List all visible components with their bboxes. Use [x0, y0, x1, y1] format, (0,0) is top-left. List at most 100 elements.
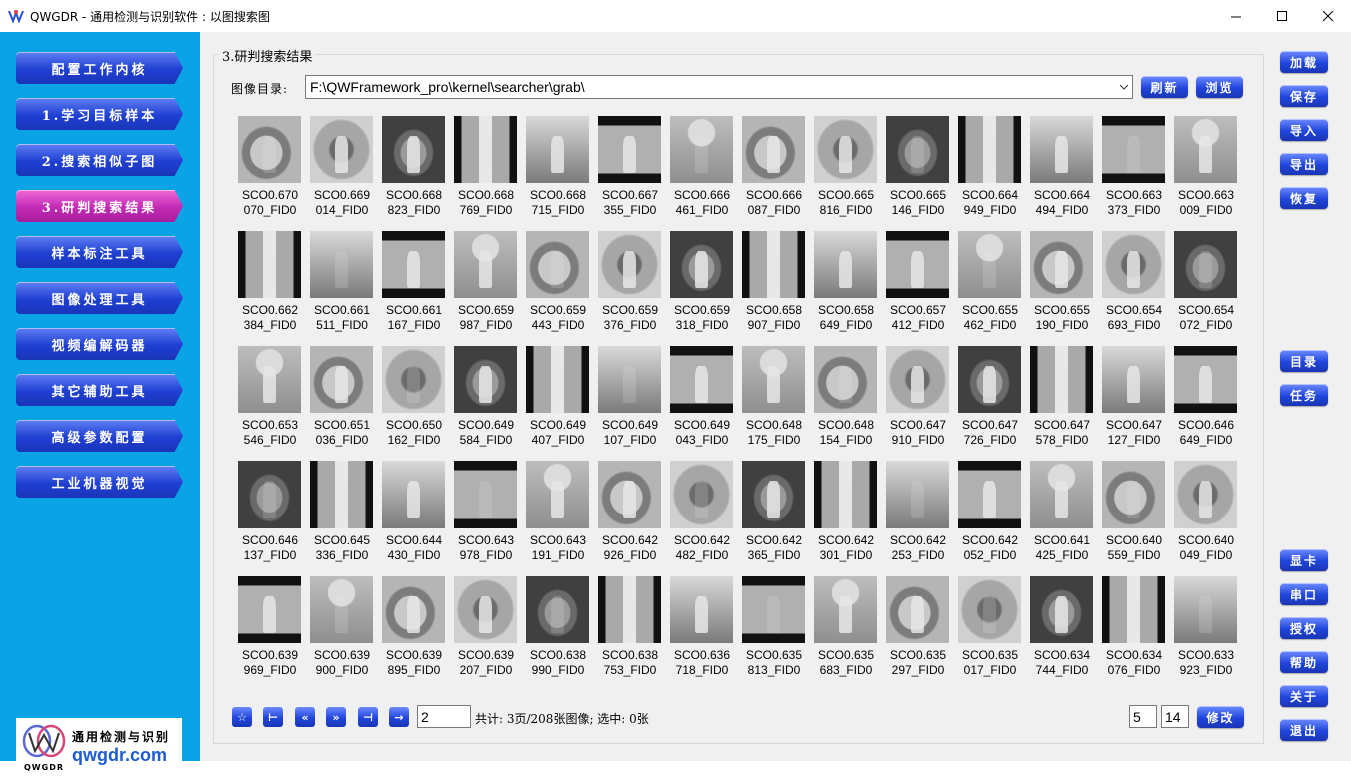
result-thumbnail[interactable]: [670, 346, 733, 413]
result-thumbnail[interactable]: [454, 116, 517, 183]
refresh-button[interactable]: 刷新: [1141, 76, 1188, 98]
browse-button[interactable]: 浏览: [1196, 76, 1243, 98]
result-thumbnail[interactable]: [1030, 461, 1093, 528]
result-thumbnail[interactable]: [1102, 346, 1165, 413]
result-thumbnail[interactable]: [1102, 576, 1165, 643]
right-button-bottom-2[interactable]: 串口: [1280, 583, 1328, 605]
result-item[interactable]: SCO0.635 683_FID0: [813, 576, 879, 684]
result-thumbnail[interactable]: [1174, 576, 1237, 643]
result-thumbnail[interactable]: [742, 231, 805, 298]
result-item[interactable]: SCO0.665 816_FID0: [813, 116, 879, 224]
cols-input[interactable]: 14: [1161, 705, 1189, 728]
result-item[interactable]: SCO0.658 907_FID0: [741, 231, 807, 339]
result-item[interactable]: SCO0.659 987_FID0: [453, 231, 519, 339]
result-thumbnail[interactable]: [238, 576, 301, 643]
result-thumbnail[interactable]: [238, 231, 301, 298]
result-item[interactable]: SCO0.639 895_FID0: [381, 576, 447, 684]
result-thumbnail[interactable]: [814, 231, 877, 298]
result-thumbnail[interactable]: [454, 346, 517, 413]
result-item[interactable]: SCO0.649 584_FID0: [453, 346, 519, 454]
result-item[interactable]: SCO0.668 769_FID0: [453, 116, 519, 224]
result-thumbnail[interactable]: [1102, 116, 1165, 183]
rows-input[interactable]: 5: [1129, 705, 1157, 728]
result-thumbnail[interactable]: [1174, 231, 1237, 298]
result-item[interactable]: SCO0.661 511_FID0: [309, 231, 375, 339]
sidebar-item-7[interactable]: 视频编解码器: [16, 328, 183, 360]
result-thumbnail[interactable]: [1102, 461, 1165, 528]
result-thumbnail[interactable]: [598, 576, 661, 643]
result-item[interactable]: SCO0.655 462_FID0: [957, 231, 1023, 339]
result-item[interactable]: SCO0.634 744_FID0: [1029, 576, 1095, 684]
result-thumbnail[interactable]: [526, 461, 589, 528]
result-item[interactable]: SCO0.635 813_FID0: [741, 576, 807, 684]
result-item[interactable]: SCO0.638 990_FID0: [525, 576, 591, 684]
result-item[interactable]: SCO0.655 190_FID0: [1029, 231, 1095, 339]
result-thumbnail[interactable]: [670, 116, 733, 183]
result-item[interactable]: SCO0.647 127_FID0: [1101, 346, 1167, 454]
result-item[interactable]: SCO0.634 076_FID0: [1101, 576, 1167, 684]
result-item[interactable]: SCO0.666 087_FID0: [741, 116, 807, 224]
result-thumbnail[interactable]: [598, 116, 661, 183]
result-item[interactable]: SCO0.664 494_FID0: [1029, 116, 1095, 224]
right-button-top-3[interactable]: 导入: [1280, 119, 1328, 141]
result-thumbnail[interactable]: [598, 461, 661, 528]
result-item[interactable]: SCO0.638 753_FID0: [597, 576, 663, 684]
result-thumbnail[interactable]: [310, 231, 373, 298]
result-thumbnail[interactable]: [814, 576, 877, 643]
minimize-button[interactable]: [1213, 0, 1259, 32]
result-thumbnail[interactable]: [238, 461, 301, 528]
result-item[interactable]: SCO0.642 926_FID0: [597, 461, 663, 569]
last-page-icon[interactable]: ⊣: [358, 707, 378, 727]
result-item[interactable]: SCO0.653 546_FID0: [237, 346, 303, 454]
result-item[interactable]: SCO0.657 412_FID0: [885, 231, 951, 339]
result-item[interactable]: SCO0.636 718_FID0: [669, 576, 735, 684]
result-thumbnail[interactable]: [454, 231, 517, 298]
result-item[interactable]: SCO0.644 430_FID0: [381, 461, 447, 569]
result-item[interactable]: SCO0.646 649_FID0: [1173, 346, 1239, 454]
result-item[interactable]: SCO0.646 137_FID0: [237, 461, 303, 569]
result-item[interactable]: SCO0.642 482_FID0: [669, 461, 735, 569]
right-button-middle-1[interactable]: 目录: [1280, 350, 1328, 372]
result-thumbnail[interactable]: [742, 461, 805, 528]
right-button-bottom-5[interactable]: 关于: [1280, 685, 1328, 707]
right-button-bottom-6[interactable]: 退出: [1280, 719, 1328, 741]
result-thumbnail[interactable]: [382, 116, 445, 183]
result-item[interactable]: SCO0.647 726_FID0: [957, 346, 1023, 454]
result-thumbnail[interactable]: [310, 346, 373, 413]
right-button-top-2[interactable]: 保存: [1280, 85, 1328, 107]
result-thumbnail[interactable]: [526, 231, 589, 298]
star-icon[interactable]: ☆: [232, 707, 252, 727]
result-item[interactable]: SCO0.658 649_FID0: [813, 231, 879, 339]
result-item[interactable]: SCO0.664 949_FID0: [957, 116, 1023, 224]
result-item[interactable]: SCO0.654 693_FID0: [1101, 231, 1167, 339]
result-thumbnail[interactable]: [886, 231, 949, 298]
result-item[interactable]: SCO0.649 043_FID0: [669, 346, 735, 454]
result-thumbnail[interactable]: [958, 576, 1021, 643]
result-item[interactable]: SCO0.661 167_FID0: [381, 231, 447, 339]
right-button-top-5[interactable]: 恢复: [1280, 187, 1328, 209]
result-item[interactable]: SCO0.642 365_FID0: [741, 461, 807, 569]
result-thumbnail[interactable]: [886, 576, 949, 643]
sidebar-item-6[interactable]: 图像处理工具: [16, 282, 183, 314]
result-item[interactable]: SCO0.648 154_FID0: [813, 346, 879, 454]
result-item[interactable]: SCO0.647 910_FID0: [885, 346, 951, 454]
sidebar-item-9[interactable]: 高级参数配置: [16, 420, 183, 452]
result-thumbnail[interactable]: [742, 576, 805, 643]
close-button[interactable]: [1305, 0, 1351, 32]
result-item[interactable]: SCO0.645 336_FID0: [309, 461, 375, 569]
result-thumbnail[interactable]: [310, 461, 373, 528]
result-thumbnail[interactable]: [742, 346, 805, 413]
right-button-middle-2[interactable]: 任务: [1280, 384, 1328, 406]
result-thumbnail[interactable]: [238, 346, 301, 413]
result-thumbnail[interactable]: [1030, 346, 1093, 413]
result-thumbnail[interactable]: [814, 461, 877, 528]
result-thumbnail[interactable]: [1174, 461, 1237, 528]
maximize-button[interactable]: [1259, 0, 1305, 32]
right-button-bottom-1[interactable]: 显卡: [1280, 549, 1328, 571]
result-thumbnail[interactable]: [526, 116, 589, 183]
result-thumbnail[interactable]: [382, 576, 445, 643]
result-thumbnail[interactable]: [382, 346, 445, 413]
result-thumbnail[interactable]: [598, 346, 661, 413]
result-item[interactable]: SCO0.643 191_FID0: [525, 461, 591, 569]
result-item[interactable]: SCO0.647 578_FID0: [1029, 346, 1095, 454]
